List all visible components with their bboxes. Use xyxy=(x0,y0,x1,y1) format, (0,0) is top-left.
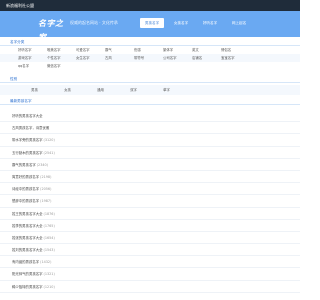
list-item[interactable]: 阳光帅气的男孩名字(1321) xyxy=(0,268,300,281)
top-bar: 新浪福利社公盟 xyxy=(0,0,300,11)
list-item-text[interactable]: 寓意好的男孩名字 xyxy=(12,175,39,179)
category-link[interactable]: 游戏名字 xyxy=(18,54,47,62)
gender-section: 性别 男孩 女孩 通用 双字 单字 xyxy=(0,76,300,95)
category-link[interactable]: 微信名字 xyxy=(47,62,76,70)
list-item-text[interactable]: 带水字旁的男孩名字 xyxy=(12,138,43,142)
list-item[interactable]: 稀少独特的男孩名字(1210) xyxy=(0,281,300,293)
list-item-text[interactable]: 姓王的男孩名字大全 xyxy=(12,212,43,216)
category-link[interactable]: 英文 xyxy=(192,46,221,54)
list-item-text[interactable]: 楚辞中的男孩名字 xyxy=(12,199,39,203)
list-item-count: (2198) xyxy=(40,174,52,179)
list-item-text[interactable]: 诗经中的男孩名字 xyxy=(12,187,39,191)
list-item-text[interactable]: 霸气的男孩名字 xyxy=(12,163,36,167)
list-item[interactable]: 姓李的男孩名字大全(1765) xyxy=(0,220,300,232)
list-title: 最新男孩名字 xyxy=(0,98,300,105)
name-list: 好听的男孩名字大全 古风男孩名字，诗意优雅 带水字旁的男孩名字(3120) 五行… xyxy=(0,110,300,293)
main-nav: 男孩名字 女孩名字 好听名字 网上起名 xyxy=(140,18,256,28)
category-link[interactable]: 繁体字 xyxy=(163,46,192,54)
list-item-text[interactable]: 姓刘的男孩名字大全 xyxy=(12,248,43,252)
category-row: 游戏名字 个性名字 女生名字 古风 带符号 公司名字 店铺名 宝宝名字 xyxy=(0,54,300,62)
category-link[interactable]: 伤感 xyxy=(134,46,163,54)
list-item-text[interactable]: 稀少独特的男孩名字 xyxy=(12,285,43,289)
nav-tab-boy-names[interactable]: 男孩名字 xyxy=(140,18,164,28)
category-link[interactable]: 宝宝名字 xyxy=(221,54,250,62)
list-item[interactable]: 五行缺木的男孩名字(2541) xyxy=(0,147,300,159)
list-item-count: (1765) xyxy=(43,223,55,228)
category-link[interactable]: qq名字 xyxy=(18,62,47,70)
list-item[interactable]: 楚辞中的男孩名字(1987) xyxy=(0,195,300,208)
category-title: 名字分类 xyxy=(0,39,300,46)
list-item-count: (1987) xyxy=(40,199,52,204)
site-header: 名字之家 权威的起名网站 · 文化传承 男孩名字 女孩名字 好听名字 网上起名 xyxy=(0,11,300,42)
gender-filter-unisex[interactable]: 通用 xyxy=(84,85,117,95)
list-item-count: (1654) xyxy=(43,235,55,240)
list-item[interactable]: 姓王的男孩名字大全(1876) xyxy=(0,208,300,220)
list-item[interactable]: 寓意好的男孩名字(2198) xyxy=(0,171,300,184)
list-item-text[interactable]: 姓李的男孩名字大全 xyxy=(12,224,43,228)
list-item[interactable]: 有内涵的男孩名字(1432) xyxy=(0,256,300,269)
list-item[interactable]: 诗经中的男孩名字(2056) xyxy=(0,183,300,196)
list-item-count: (3120) xyxy=(43,138,55,143)
list-header: 最新男孩名字 xyxy=(0,98,300,105)
list-item-text[interactable]: 有内涵的男孩名字 xyxy=(12,260,39,264)
category-row: 好听名字 唯美名字 可爱名字 霸气 伤感 繁体字 英文 情侣名 xyxy=(0,46,300,54)
category-link[interactable]: 唯美名字 xyxy=(47,46,76,54)
list-item-count: (1432) xyxy=(40,260,52,265)
list-item-count: (2541) xyxy=(43,150,55,155)
list-item[interactable]: 霸气的男孩名字(2340) xyxy=(0,159,300,171)
list-item-count: (2056) xyxy=(40,187,52,192)
gender-filter-girl[interactable]: 女孩 xyxy=(51,85,84,95)
category-link[interactable]: 女生名字 xyxy=(76,54,105,62)
list-item-count: (1321) xyxy=(43,272,55,277)
category-link[interactable]: 好听名字 xyxy=(18,46,47,54)
list-item-text[interactable]: 好听的男孩名字大全 xyxy=(12,114,43,118)
category-link[interactable]: 公司名字 xyxy=(163,54,192,62)
list-item-text[interactable]: 姓张的男孩名字大全 xyxy=(12,236,43,240)
gender-filter-single[interactable]: 单字 xyxy=(150,85,183,95)
site-logo[interactable]: 名字之家 xyxy=(38,16,66,42)
category-link[interactable]: 可爱名字 xyxy=(76,46,105,54)
category-link[interactable]: 霸气 xyxy=(105,46,134,54)
list-item[interactable]: 古风男孩名字，诗意优雅 xyxy=(0,122,300,135)
category-link[interactable]: 店铺名 xyxy=(192,54,221,62)
list-item-count: (1543) xyxy=(43,248,55,253)
nav-tab-nice-names[interactable]: 好听名字 xyxy=(198,18,222,28)
category-section: 名字分类 好听名字 唯美名字 可爱名字 霸气 伤感 繁体字 英文 情侣名 游戏名… xyxy=(0,39,300,70)
gender-filter-boy[interactable]: 男孩 xyxy=(18,85,51,95)
list-item-count: (1210) xyxy=(43,284,55,289)
list-item-text[interactable]: 五行缺木的男孩名字 xyxy=(12,151,43,155)
list-item-text[interactable]: 阳光帅气的男孩名字 xyxy=(12,272,43,276)
category-link[interactable]: 古风 xyxy=(105,54,134,62)
list-item-text[interactable]: 古风男孩名字，诗意优雅 xyxy=(12,126,49,130)
category-link[interactable]: 带符号 xyxy=(134,54,163,62)
list-item[interactable]: 姓张的男孩名字大全(1654) xyxy=(0,232,300,245)
category-link[interactable]: 情侣名 xyxy=(221,46,250,54)
list-item[interactable]: 带水字旁的男孩名字(3120) xyxy=(0,134,300,147)
list-item-count: (1876) xyxy=(43,211,55,216)
site-tagline: 权威的起名网站 · 文化传承 xyxy=(70,20,118,25)
gender-title: 性别 xyxy=(0,76,300,83)
topbar-text: 新浪福利社公盟 xyxy=(6,3,34,8)
nav-tab-online-naming[interactable]: 网上起名 xyxy=(227,18,251,28)
category-link[interactable]: 个性名字 xyxy=(47,54,76,62)
list-item-count: (2340) xyxy=(36,162,49,167)
category-row: qq名字 微信名字 xyxy=(0,62,300,70)
nav-tab-girl-names[interactable]: 女孩名字 xyxy=(169,18,193,28)
list-item[interactable]: 姓刘的男孩名字大全(1543) xyxy=(0,244,300,257)
gender-filter-double[interactable]: 双字 xyxy=(117,85,150,95)
gender-filter-row: 男孩 女孩 通用 双字 单字 xyxy=(0,85,300,95)
list-item[interactable]: 好听的男孩名字大全 xyxy=(0,110,300,123)
